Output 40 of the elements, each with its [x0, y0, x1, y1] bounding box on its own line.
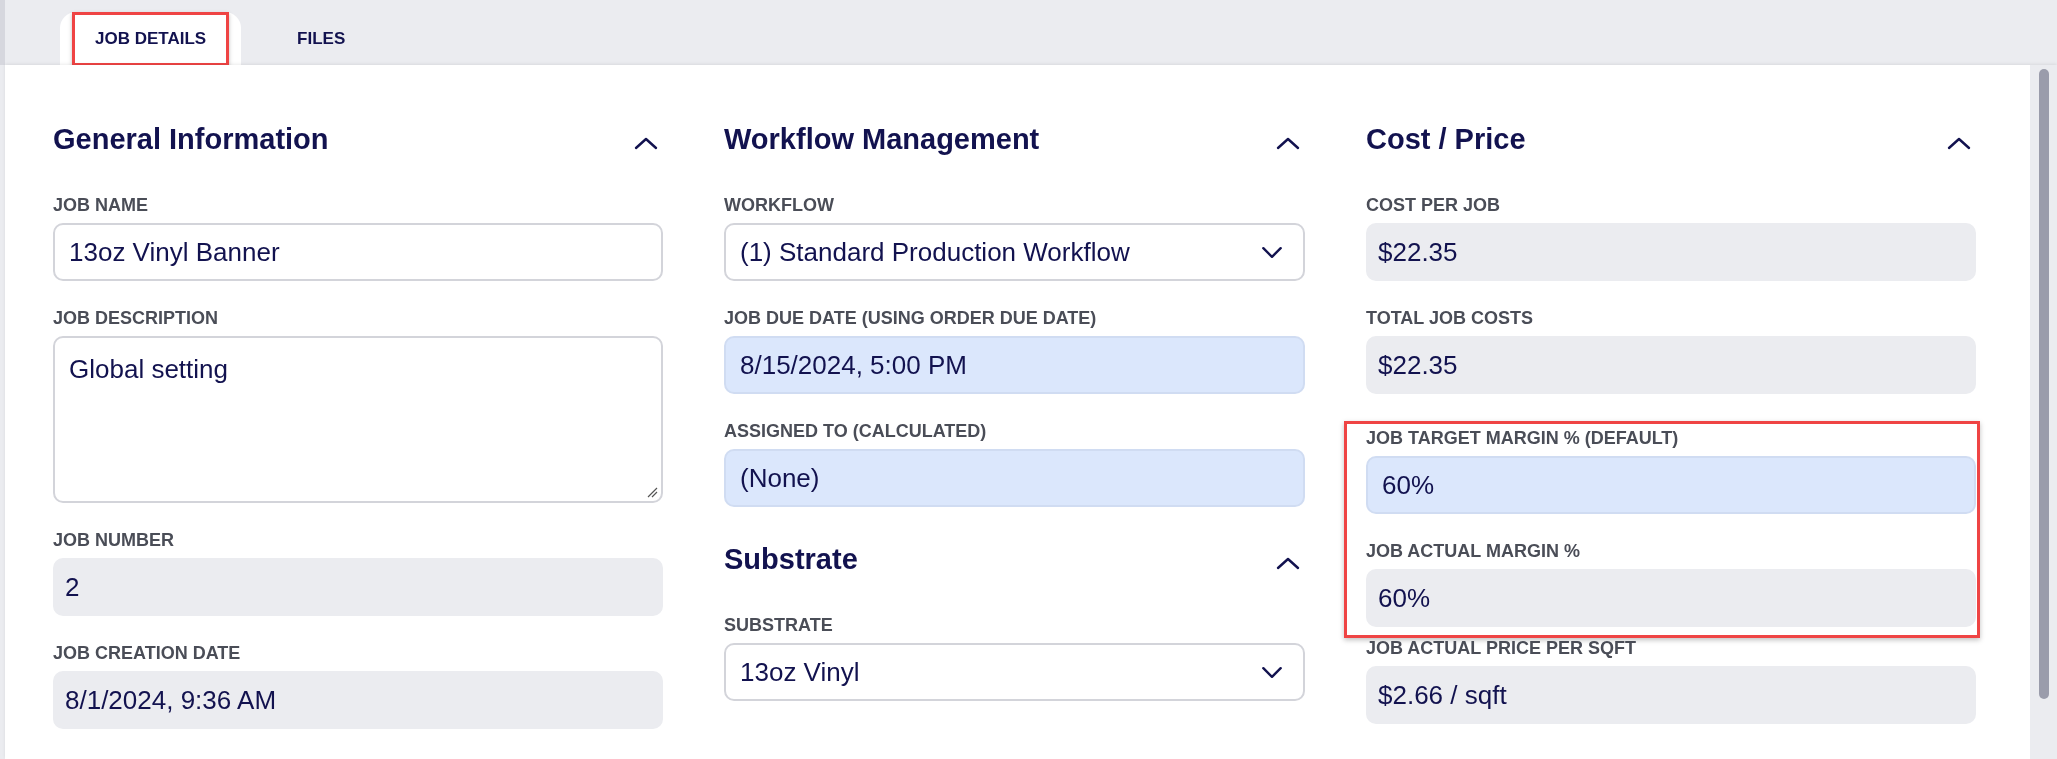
tab[interactable]: FILES	[241, 12, 402, 65]
text-field[interactable]: 13oz Vinyl Banner	[53, 223, 663, 281]
section-title: Substrate	[724, 542, 858, 576]
textarea-field[interactable]: Global setting	[53, 336, 663, 503]
dropdown-caret-icon	[1261, 245, 1283, 259]
collapse-chevron-icon[interactable]	[634, 136, 658, 150]
section-title: Workflow Management	[724, 122, 1040, 156]
select-dropdown[interactable]: (1) Standard Production Workflow	[724, 223, 1305, 281]
collapse-chevron-icon[interactable]	[1947, 136, 1971, 150]
field-label: JOB NUMBER	[53, 530, 174, 550]
readonly-field[interactable]: 60%	[1366, 569, 1976, 627]
field-label: SUBSTRATE	[724, 615, 833, 635]
readonly-field[interactable]: $2.66 / sqft	[1366, 666, 1976, 724]
field-label: JOB NAME	[53, 195, 148, 215]
field-label: JOB CREATION DATE	[53, 643, 241, 663]
field-label: WORKFLOW	[724, 195, 834, 215]
calculated-field[interactable]: 8/15/2024, 5:00 PM	[724, 336, 1305, 394]
field-label: JOB TARGET MARGIN % (DEFAULT)	[1366, 428, 1679, 448]
field-label: JOB DESCRIPTION	[53, 308, 219, 328]
field-label: COST PER JOB	[1366, 195, 1501, 215]
field-label: ASSIGNED TO (CALCULATED)	[724, 421, 987, 441]
field-label: JOB ACTUAL PRICE PER SQFT	[1366, 638, 1637, 658]
scrollbar-thumb[interactable]	[2038, 69, 2049, 699]
readonly-field[interactable]: 8/1/2024, 9:36 AM	[53, 671, 663, 729]
section-title: General Information	[53, 122, 329, 156]
readonly-field[interactable]: $22.35	[1366, 223, 1976, 281]
dropdown-caret-icon	[1261, 665, 1283, 679]
resize-grip-icon[interactable]	[646, 486, 658, 498]
calculated-field[interactable]: (None)	[724, 449, 1305, 507]
collapse-chevron-icon[interactable]	[1276, 556, 1300, 570]
field-label: TOTAL JOB COSTS	[1366, 308, 1534, 328]
readonly-field[interactable]: $22.35	[1366, 336, 1976, 394]
section-title: Cost / Price	[1366, 122, 1526, 156]
field-label: JOB ACTUAL MARGIN %	[1366, 541, 1580, 561]
calculated-field[interactable]: 60%	[1366, 456, 1976, 514]
select-dropdown[interactable]: 13oz Vinyl	[724, 643, 1305, 701]
readonly-field[interactable]: 2	[53, 558, 663, 616]
field-label: JOB DUE DATE (USING ORDER DUE DATE)	[724, 308, 1097, 328]
tab[interactable]: JOB DETAILS	[60, 12, 242, 65]
collapse-chevron-icon[interactable]	[1276, 136, 1300, 150]
